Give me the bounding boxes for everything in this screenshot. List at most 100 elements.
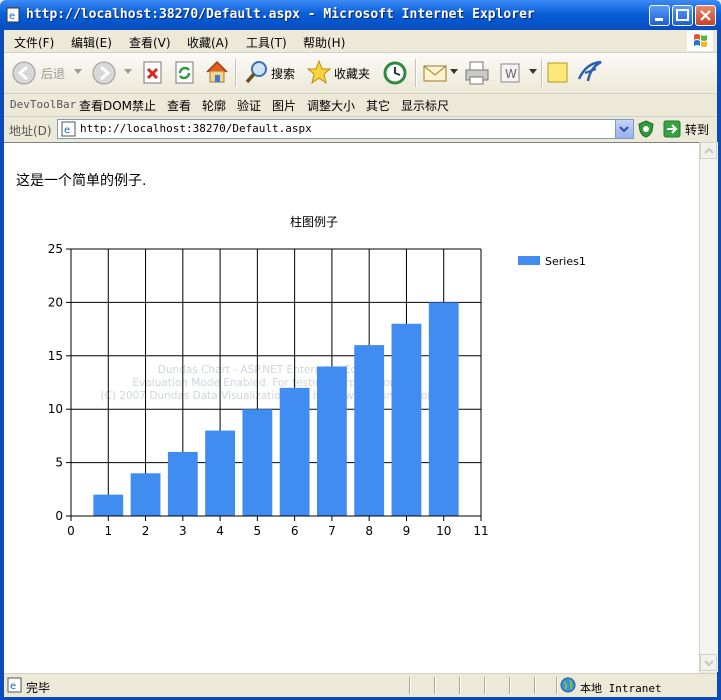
- chart-bar: [130, 473, 161, 516]
- messenger-icon[interactable]: [576, 59, 604, 85]
- dev-toolbar: DevToolBar 查看DOM 禁止 查看 轮廓 验证 图片 调整大小 其它 …: [4, 94, 717, 117]
- x-tick-label: 4: [216, 524, 224, 538]
- address-dropdown-button[interactable]: [615, 120, 633, 138]
- close-button[interactable]: [695, 5, 716, 26]
- address-label: 地址(D): [9, 124, 52, 138]
- maximize-button[interactable]: [672, 5, 693, 26]
- forward-icon[interactable]: [92, 61, 116, 85]
- bar-chart: 柱图例子 Dundas Chart - ASP.NET Enterprise E…: [48, 214, 586, 538]
- status-separator: [509, 677, 511, 694]
- mail-dropdown-icon[interactable]: [450, 69, 458, 75]
- scroll-up-button[interactable]: [700, 142, 717, 159]
- note-icon[interactable]: [546, 61, 570, 85]
- toolbar-separator: [541, 59, 543, 87]
- x-tick-label: 9: [403, 524, 411, 538]
- watermark-text: (C) 2007 Dundas Data Visualization Inc. …: [100, 390, 437, 402]
- ie-page-icon: e: [61, 121, 76, 137]
- chart-bar: [167, 451, 198, 516]
- favorites-star-icon[interactable]: [306, 59, 332, 85]
- search-icon[interactable]: [244, 59, 270, 85]
- devtoolbar-item[interactable]: 其它: [366, 97, 390, 114]
- go-button[interactable]: 转到: [685, 121, 709, 138]
- chart-bar: [391, 323, 422, 516]
- legend-swatch: [518, 256, 540, 265]
- chart-bar: [205, 430, 235, 516]
- address-url: http://localhost:38270/Default.aspx: [80, 122, 312, 135]
- status-separator: [556, 677, 558, 694]
- devtoolbar-item[interactable]: 轮廓: [202, 97, 226, 114]
- address-input[interactable]: e http://localhost:38270/Default.aspx: [57, 119, 634, 139]
- back-button[interactable]: 后退: [41, 65, 65, 82]
- menu-view[interactable]: 查看(V): [129, 34, 171, 51]
- svg-text:e: e: [10, 681, 16, 692]
- ie-page-icon: e: [7, 677, 22, 693]
- x-tick-label: 8: [365, 524, 373, 538]
- scroll-down-button[interactable]: [700, 654, 717, 671]
- windows-logo-icon: [687, 31, 713, 51]
- mail-icon[interactable]: [422, 61, 450, 85]
- devtoolbar-item[interactable]: 查看: [167, 97, 191, 114]
- status-separator: [409, 677, 411, 694]
- x-tick-label: 6: [291, 524, 299, 538]
- devtoolbar-item[interactable]: 调整大小: [307, 97, 355, 114]
- devtoolbar-item[interactable]: 验证: [237, 97, 261, 114]
- home-icon[interactable]: [204, 59, 230, 85]
- y-tick-label: 0: [55, 509, 63, 523]
- menu-help[interactable]: 帮助(H): [303, 34, 345, 51]
- toolbar-separator: [415, 59, 417, 87]
- menu-tools[interactable]: 工具(T): [246, 34, 287, 51]
- legend-label: Series1: [545, 255, 586, 268]
- history-icon[interactable]: [382, 60, 408, 86]
- menu-file[interactable]: 文件(F): [14, 34, 54, 51]
- devtoolbar-item[interactable]: 显示标尺: [401, 97, 449, 114]
- status-separator: [534, 677, 536, 694]
- chart-legend: Series1: [518, 255, 586, 268]
- status-separator: [434, 677, 436, 694]
- x-tick-label: 5: [254, 524, 262, 538]
- edit-icon[interactable]: W: [498, 61, 524, 85]
- svg-text:W: W: [505, 67, 517, 81]
- chevron-down-icon: [704, 660, 714, 667]
- title-bar[interactable]: e http://localhost:38270/Default.aspx - …: [0, 0, 721, 30]
- minimize-icon: [655, 18, 663, 21]
- devtoolbar-title: DevToolBar: [10, 98, 77, 111]
- svg-text:e: e: [9, 11, 15, 22]
- svg-text:e: e: [64, 125, 70, 136]
- refresh-icon[interactable]: [174, 61, 196, 85]
- watermark: Dundas Chart - ASP.NET Enterprise Editio…: [100, 364, 437, 402]
- window-title: http://localhost:38270/Default.aspx - Mi…: [26, 7, 535, 22]
- menu-bar: 文件(F) 编辑(E) 查看(V) 收藏(A) 工具(T) 帮助(H): [4, 30, 717, 53]
- back-dropdown-icon[interactable]: [74, 69, 82, 75]
- minimize-button[interactable]: [649, 5, 670, 26]
- edit-dropdown-icon[interactable]: [529, 69, 537, 75]
- x-tick-label: 7: [328, 524, 336, 538]
- ie-page-icon: e: [6, 7, 20, 23]
- chart-bar: [354, 345, 385, 516]
- standard-toolbar: 后退 搜索 收藏夹 W: [4, 53, 717, 94]
- maximize-icon: [676, 9, 689, 21]
- vertical-scrollbar[interactable]: [699, 142, 718, 672]
- go-arrow-icon[interactable]: [663, 120, 681, 138]
- chart-bar: [317, 366, 347, 516]
- address-bar: 地址(D) e http://localhost:38270/Default.a…: [4, 117, 717, 141]
- security-shield-icon[interactable]: [637, 120, 655, 138]
- devtoolbar-item[interactable]: 禁止: [132, 97, 156, 114]
- y-tick-label: 15: [48, 349, 63, 363]
- x-tick-label: 10: [436, 524, 451, 538]
- menu-edit[interactable]: 编辑(E): [71, 34, 112, 51]
- forward-dropdown-icon[interactable]: [124, 69, 132, 75]
- stop-icon[interactable]: [142, 61, 164, 85]
- back-icon[interactable]: [12, 61, 36, 85]
- menu-favorites[interactable]: 收藏(A): [187, 34, 229, 51]
- print-icon[interactable]: [463, 60, 491, 86]
- zone-text: 本地 Intranet: [580, 682, 662, 695]
- devtoolbar-item[interactable]: 查看DOM: [79, 97, 132, 114]
- watermark-text: Dundas Chart - ASP.NET Enterprise Editio…: [158, 364, 380, 376]
- y-tick-label: 5: [55, 456, 63, 470]
- status-separator: [484, 677, 486, 694]
- devtoolbar-item[interactable]: 图片: [272, 97, 296, 114]
- search-button[interactable]: 搜索: [271, 65, 295, 82]
- x-tick-label: 11: [473, 524, 488, 538]
- chart-bar: [242, 409, 273, 516]
- favorites-button[interactable]: 收藏夹: [334, 65, 370, 82]
